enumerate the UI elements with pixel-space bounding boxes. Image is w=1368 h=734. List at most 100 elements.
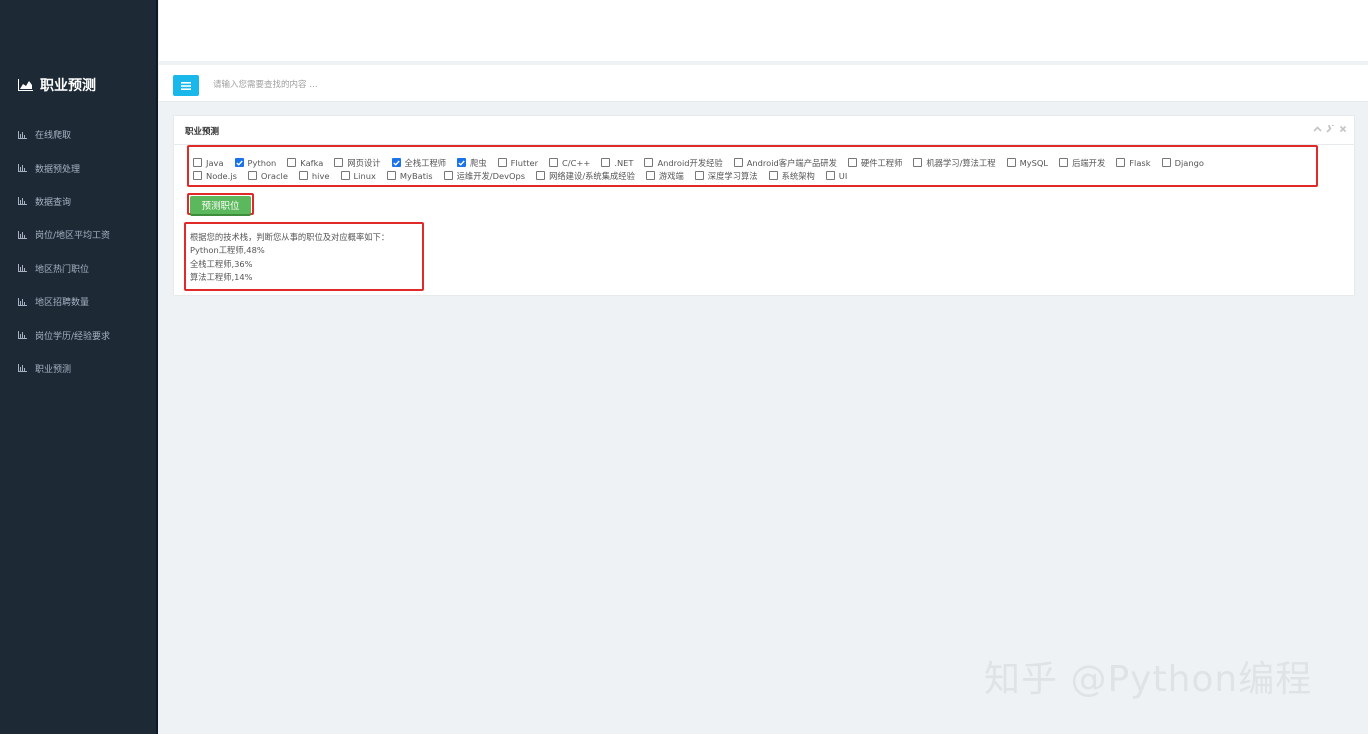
skill-checkbox[interactable] bbox=[549, 158, 559, 167]
skill-label: 深度学习算法 bbox=[707, 170, 758, 181]
skill-checkbox[interactable] bbox=[340, 171, 350, 180]
skill-label: 网页设计 bbox=[347, 157, 381, 168]
skill-option[interactable]: C/C++ bbox=[549, 158, 590, 168]
skill-checkbox[interactable] bbox=[694, 171, 704, 180]
sidebar-nav: 在线爬取 数据预处理 数据查询 岗位/地区平均工资 地区热门职位 地区招聘数量 … bbox=[18, 118, 156, 385]
skill-option[interactable]: MyBatis bbox=[386, 171, 433, 181]
skill-option[interactable]: Python bbox=[234, 158, 276, 168]
sidebar-item-label: 地区热门职位 bbox=[35, 264, 90, 275]
skill-option[interactable]: 系统架构 bbox=[768, 170, 815, 182]
skill-checkbox[interactable] bbox=[386, 171, 396, 180]
skill-option[interactable]: Oracle bbox=[247, 171, 288, 181]
skill-option[interactable]: 深度学习算法 bbox=[694, 170, 758, 182]
skill-checkbox[interactable] bbox=[298, 171, 308, 180]
skill-checkbox[interactable] bbox=[601, 158, 611, 167]
skill-option[interactable]: Android开发经验 bbox=[644, 157, 723, 169]
skill-option[interactable]: Linux bbox=[340, 170, 376, 181]
skill-option[interactable]: Node.js bbox=[193, 171, 237, 181]
sidebar-item-label: 岗位/地区平均工资 bbox=[35, 231, 111, 242]
brand-title: 职业预测 bbox=[40, 78, 96, 94]
sidebar-item-avg-salary[interactable]: 岗位/地区平均工资 bbox=[18, 218, 156, 251]
skill-checkbox[interactable] bbox=[1116, 158, 1126, 167]
sidebar-item-hot-jobs[interactable]: 地区热门职位 bbox=[18, 252, 156, 285]
skill-label: Django bbox=[1174, 157, 1204, 168]
skill-option[interactable]: 机器学习/算法工程 bbox=[913, 157, 996, 169]
skill-option[interactable]: 运维开发/DevOps bbox=[443, 170, 526, 182]
skill-option[interactable]: .NET bbox=[601, 158, 633, 168]
sidebar-item-online-crawl[interactable]: 在线爬取 bbox=[18, 118, 156, 151]
sidebar-item-query[interactable]: 数据查询 bbox=[18, 185, 156, 218]
sidebar: 职业预测 在线爬取 数据预处理 数据查询 岗位/地区平均工资 地区热门职位 地区… bbox=[0, 0, 158, 734]
skill-option[interactable]: Kafka bbox=[287, 158, 323, 168]
search-input[interactable] bbox=[211, 75, 615, 95]
skill-checkbox[interactable] bbox=[193, 171, 202, 180]
skill-checkbox[interactable] bbox=[287, 158, 297, 167]
skill-option[interactable]: Java bbox=[193, 158, 224, 168]
bar-chart-icon bbox=[18, 164, 27, 173]
skill-option[interactable]: 全栈工程师 bbox=[391, 157, 446, 169]
skill-label: 硬件工程师 bbox=[860, 157, 903, 168]
sidebar-item-requirements[interactable]: 岗位学历/经验要求 bbox=[18, 318, 156, 351]
skill-checkbox[interactable] bbox=[193, 158, 202, 167]
skill-checkbox[interactable] bbox=[644, 158, 654, 167]
skill-checkbox[interactable] bbox=[334, 158, 344, 167]
checkmark-icon bbox=[235, 160, 243, 166]
skill-checkbox[interactable] bbox=[234, 158, 244, 167]
skill-label: 运维开发/DevOps bbox=[456, 170, 526, 181]
sidebar-item-career-predict[interactable]: 职业预测 bbox=[18, 352, 156, 385]
chevron-up-icon[interactable] bbox=[1313, 125, 1322, 133]
skill-option[interactable]: Android客户端产品研发 bbox=[733, 157, 837, 169]
skill-checkbox[interactable] bbox=[1059, 158, 1069, 167]
checkmark-icon bbox=[458, 160, 465, 166]
wrench-icon[interactable] bbox=[1326, 125, 1335, 133]
skill-label: Java bbox=[206, 157, 224, 168]
skill-checkbox[interactable] bbox=[443, 171, 453, 180]
skill-checkbox[interactable] bbox=[497, 158, 507, 167]
skill-checkbox[interactable] bbox=[847, 158, 857, 167]
skill-checkbox[interactable] bbox=[913, 158, 923, 167]
skill-label: MySQL bbox=[1019, 157, 1049, 168]
skill-checkbox[interactable] bbox=[457, 158, 467, 167]
watermark: 知乎 @Python编程 bbox=[984, 659, 1313, 700]
skill-label: 网络建设/系统集成经验 bbox=[549, 170, 635, 181]
sidebar-item-recruit-count[interactable]: 地区招聘数量 bbox=[18, 285, 156, 318]
sidebar-item-preprocess[interactable]: 数据预处理 bbox=[18, 151, 156, 184]
skill-option[interactable]: 游戏端 bbox=[645, 170, 684, 182]
sidebar-brand[interactable]: 职业预测 bbox=[18, 74, 96, 96]
skill-option[interactable]: Flutter bbox=[497, 158, 538, 168]
skill-option[interactable]: Flask bbox=[1116, 158, 1151, 168]
predict-button[interactable]: 预测职位 bbox=[190, 196, 251, 214]
skill-checkbox[interactable] bbox=[1161, 158, 1171, 167]
skill-label: Linux bbox=[353, 170, 376, 181]
skill-option[interactable]: 网页设计 bbox=[334, 157, 381, 169]
close-icon[interactable] bbox=[1339, 125, 1347, 133]
skill-option[interactable]: Django bbox=[1161, 157, 1204, 168]
sidebar-item-label: 地区招聘数量 bbox=[35, 298, 90, 309]
skill-label: 爬虫 bbox=[470, 157, 487, 168]
skill-option[interactable]: UI bbox=[825, 170, 848, 181]
menu-toggle-button[interactable] bbox=[173, 75, 199, 96]
search-bar bbox=[159, 65, 1368, 102]
skill-checkbox[interactable] bbox=[825, 171, 835, 180]
skill-checkbox[interactable] bbox=[391, 158, 401, 167]
skill-label: C/C++ bbox=[562, 157, 591, 168]
result-line: 全栈工程师,36% bbox=[190, 258, 253, 269]
skill-checkbox[interactable] bbox=[645, 171, 655, 180]
skill-option[interactable]: hive bbox=[298, 171, 330, 181]
skill-checkbox[interactable] bbox=[733, 158, 743, 167]
skill-checkbox[interactable] bbox=[1006, 158, 1016, 167]
skill-label: Node.js bbox=[206, 170, 237, 181]
skill-checkbox[interactable] bbox=[768, 171, 778, 180]
skill-option[interactable]: 爬虫 bbox=[457, 157, 487, 169]
skill-checkbox[interactable] bbox=[536, 171, 546, 180]
skill-option[interactable]: 后端开发 bbox=[1059, 157, 1105, 169]
bar-chart-icon bbox=[18, 297, 27, 306]
skill-option[interactable]: 硬件工程师 bbox=[847, 157, 903, 169]
sidebar-item-label: 数据查询 bbox=[35, 197, 72, 208]
sidebar-item-label: 数据预处理 bbox=[35, 164, 81, 175]
bar-chart-icon bbox=[18, 230, 27, 239]
skill-label: UI bbox=[838, 170, 848, 181]
skill-option[interactable]: 网络建设/系统集成经验 bbox=[536, 170, 635, 182]
skill-checkbox[interactable] bbox=[247, 171, 257, 180]
skill-option[interactable]: MySQL bbox=[1006, 157, 1049, 168]
